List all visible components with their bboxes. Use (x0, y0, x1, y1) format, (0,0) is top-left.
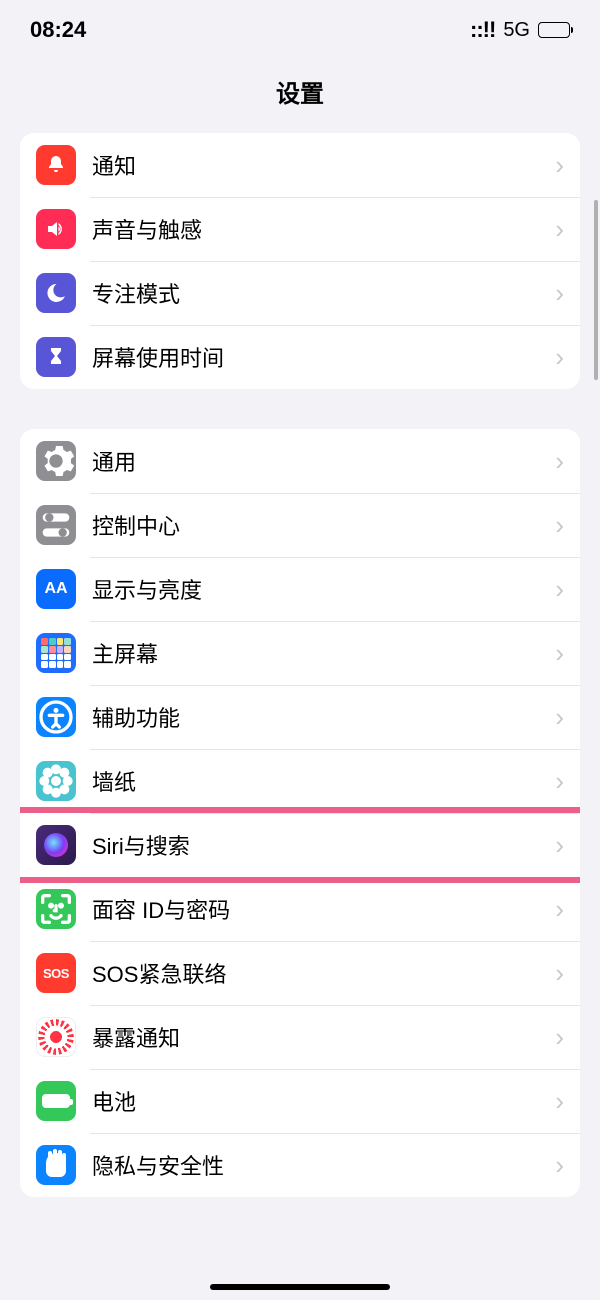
row-notifications[interactable]: 通知 › (20, 133, 580, 197)
chevron-right-icon: › (555, 574, 564, 605)
chevron-right-icon: › (555, 702, 564, 733)
row-screentime[interactable]: 屏幕使用时间 › (20, 325, 580, 389)
chevron-right-icon: › (555, 1150, 564, 1181)
row-label: 通用 (92, 445, 555, 477)
row-home-screen[interactable]: 主屏幕 › (20, 621, 580, 685)
row-label: 面容 ID与密码 (92, 893, 555, 925)
aa-text: AA (44, 580, 67, 598)
chevron-right-icon: › (555, 958, 564, 989)
speaker-icon (36, 209, 76, 249)
chevron-right-icon: › (555, 766, 564, 797)
row-label: 控制中心 (92, 509, 555, 541)
chevron-right-icon: › (555, 510, 564, 541)
row-control-center[interactable]: 控制中心 › (20, 493, 580, 557)
page-title: 设置 (0, 60, 600, 133)
chevron-right-icon: › (555, 150, 564, 181)
chevron-right-icon: › (555, 894, 564, 925)
status-time: 08:24 (30, 17, 86, 43)
row-label: 电池 (92, 1085, 555, 1117)
settings-group-1: 通知 › 声音与触感 › 专注模式 › 屏幕使用时间 › (20, 133, 580, 389)
bell-icon (36, 145, 76, 185)
chevron-right-icon: › (555, 830, 564, 861)
sos-icon: SOS (36, 953, 76, 993)
battery-icon (36, 1081, 76, 1121)
chevron-right-icon: › (555, 1022, 564, 1053)
row-battery[interactable]: 电池 › (20, 1069, 580, 1133)
row-display[interactable]: AA 显示与亮度 › (20, 557, 580, 621)
text-size-icon: AA (36, 569, 76, 609)
row-label: 通知 (92, 149, 555, 181)
battery-icon (538, 22, 570, 38)
network-label: 5G (503, 19, 530, 42)
row-sos[interactable]: SOS SOS紧急联络 › (20, 941, 580, 1005)
hand-icon (36, 1145, 76, 1185)
scrollbar[interactable] (594, 200, 598, 380)
row-label: 屏幕使用时间 (92, 341, 555, 373)
row-label: 暴露通知 (92, 1021, 555, 1053)
hourglass-icon (36, 337, 76, 377)
row-wallpaper[interactable]: 墙纸 › (20, 749, 580, 813)
accessibility-icon (36, 697, 76, 737)
row-label: 隐私与安全性 (92, 1149, 555, 1181)
row-label: 辅助功能 (92, 701, 555, 733)
chevron-right-icon: › (555, 278, 564, 309)
row-privacy[interactable]: 隐私与安全性 › (20, 1133, 580, 1197)
status-bar: 08:24 ::!! 5G (0, 0, 600, 60)
chevron-right-icon: › (555, 638, 564, 669)
sos-text: SOS (43, 966, 69, 981)
chevron-right-icon: › (555, 446, 564, 477)
home-indicator[interactable] (210, 1284, 390, 1290)
face-id-icon (36, 889, 76, 929)
row-label: 声音与触感 (92, 213, 555, 245)
gear-icon (36, 441, 76, 481)
row-exposure[interactable]: 暴露通知 › (20, 1005, 580, 1069)
moon-icon (36, 273, 76, 313)
status-right: ::!! 5G (470, 17, 570, 43)
row-siri[interactable]: Siri与搜索 › (20, 813, 580, 877)
row-label: 主屏幕 (92, 637, 555, 669)
chevron-right-icon: › (555, 342, 564, 373)
row-faceid[interactable]: 面容 ID与密码 › (20, 877, 580, 941)
signal-icon: ::!! (470, 17, 495, 43)
row-label: 显示与亮度 (92, 573, 555, 605)
siri-icon (36, 825, 76, 865)
row-accessibility[interactable]: 辅助功能 › (20, 685, 580, 749)
chevron-right-icon: › (555, 1086, 564, 1117)
row-focus[interactable]: 专注模式 › (20, 261, 580, 325)
chevron-right-icon: › (555, 214, 564, 245)
row-sounds[interactable]: 声音与触感 › (20, 197, 580, 261)
row-label: 专注模式 (92, 277, 555, 309)
row-label: 墙纸 (92, 765, 555, 797)
exposure-icon (36, 1017, 76, 1057)
grid-icon (36, 633, 76, 673)
settings-group-2: 通用 › 控制中心 › AA 显示与亮度 › 主屏幕 › 辅助功能 › 墙纸 › (20, 429, 580, 1197)
row-label: Siri与搜索 (92, 829, 555, 861)
row-general[interactable]: 通用 › (20, 429, 580, 493)
toggles-icon (36, 505, 76, 545)
flower-icon (36, 761, 76, 801)
row-label: SOS紧急联络 (92, 957, 555, 989)
